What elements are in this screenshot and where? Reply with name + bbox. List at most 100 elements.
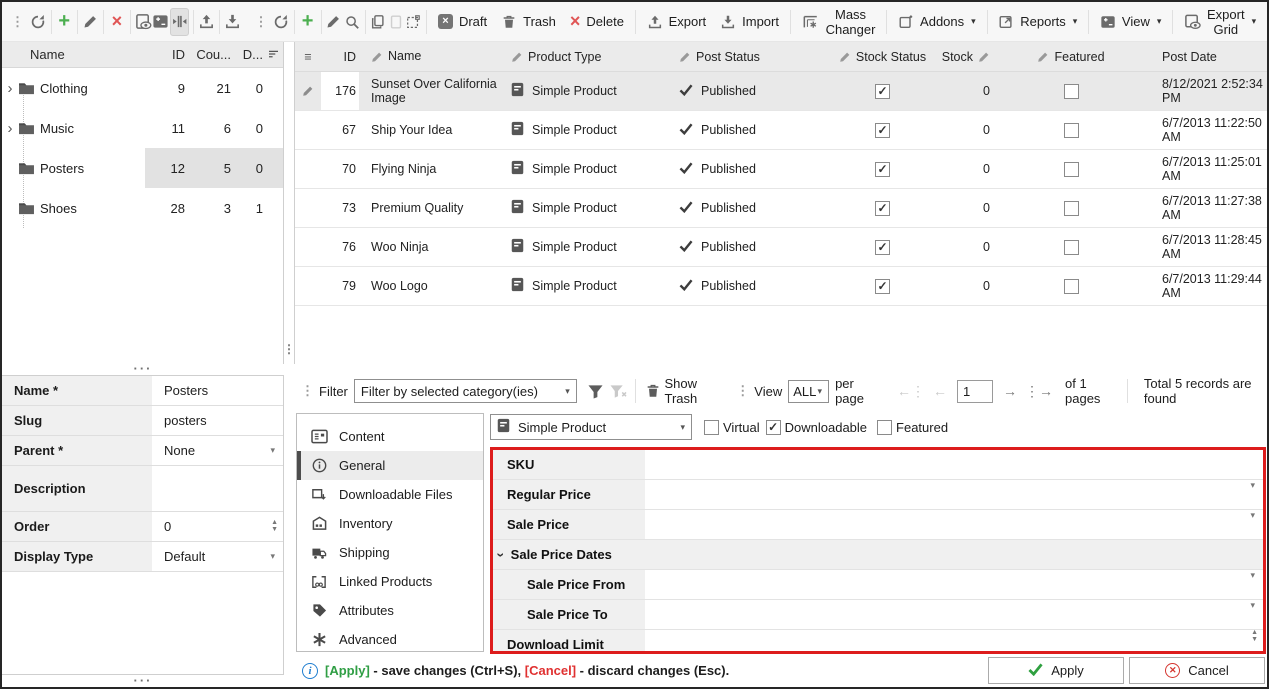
description-field[interactable] xyxy=(152,466,283,511)
tab-inventory[interactable]: Inventory xyxy=(297,509,483,538)
add-icon[interactable]: + xyxy=(55,8,73,36)
col-stock[interactable]: Stock xyxy=(940,50,1006,64)
downloadable-checkbox[interactable] xyxy=(766,420,781,435)
col-post-date[interactable]: Post Date xyxy=(1136,50,1267,64)
copy-icon[interactable] xyxy=(369,8,387,36)
split-columns-icon[interactable] xyxy=(170,8,189,36)
virtual-checkbox[interactable] xyxy=(704,420,719,435)
cell-id[interactable]: 67 xyxy=(321,123,359,137)
col-id[interactable]: ID xyxy=(321,50,359,64)
cell-stock[interactable]: 0 xyxy=(940,240,1006,254)
expand-chevron-icon[interactable]: › xyxy=(2,120,18,137)
col-product-type[interactable]: Product Type xyxy=(499,50,667,64)
cell-name[interactable]: Flying Ninja xyxy=(359,162,499,176)
display-type-dropdown[interactable]: Default▾ xyxy=(152,542,283,571)
page-number-input[interactable] xyxy=(957,380,993,403)
field-group-sale-price-dates[interactable]: ›Sale Price Dates xyxy=(493,540,1263,570)
cell-post-status[interactable]: Published xyxy=(667,84,825,99)
export-grid-button[interactable]: Export Grid▾ xyxy=(1177,8,1263,36)
tree-col-d[interactable]: D... xyxy=(231,47,263,62)
cell-stock[interactable]: 0 xyxy=(940,162,1006,176)
preview-clipboard-icon[interactable] xyxy=(134,8,152,36)
table-row[interactable]: 76 Woo Ninja Simple Product Published 0 … xyxy=(295,228,1267,267)
cell-post-date[interactable]: 6/7/2013 11:25:01 AM xyxy=(1136,155,1267,183)
product-type-dropdown[interactable]: Simple Product▾ xyxy=(490,414,692,440)
toolbar-grip[interactable]: ⋮ xyxy=(731,383,754,399)
stock-status-checkbox[interactable] xyxy=(875,279,890,294)
featured-checkbox[interactable] xyxy=(877,420,892,435)
delete-x-icon[interactable]: × xyxy=(108,8,126,36)
cell-post-status[interactable]: Published xyxy=(667,123,825,138)
select-marquee-icon[interactable] xyxy=(405,8,423,36)
col-stock-status[interactable]: Stock Status xyxy=(825,50,940,64)
refresh-icon[interactable] xyxy=(29,8,47,36)
cell-product-type[interactable]: Simple Product xyxy=(499,277,667,295)
horizontal-splitter[interactable]: ··· xyxy=(2,675,284,687)
addons-button[interactable]: Addons▾ xyxy=(891,8,983,36)
featured-checkbox[interactable] xyxy=(1064,240,1079,255)
sku-input[interactable] xyxy=(645,450,1263,479)
download-icon[interactable] xyxy=(224,8,242,36)
tree-col-name[interactable]: Name xyxy=(2,47,145,62)
tree-row-music[interactable]: › Music 1160 xyxy=(2,108,283,148)
tab-linked-products[interactable]: Linked Products xyxy=(297,567,483,596)
stock-status-checkbox[interactable] xyxy=(875,240,890,255)
cell-stock[interactable]: 0 xyxy=(940,84,1006,98)
prev-page-button[interactable]: ← xyxy=(929,383,951,399)
delete-button[interactable]: ×Delete xyxy=(563,8,631,36)
vertical-splitter[interactable]: ⋮ xyxy=(284,42,294,364)
cell-product-type[interactable]: Simple Product xyxy=(499,121,667,139)
toolbar-grip[interactable]: ⋮ xyxy=(296,383,319,399)
slug-field[interactable]: posters xyxy=(152,406,283,435)
cell-name[interactable]: Woo Ninja xyxy=(359,240,499,254)
draft-button[interactable]: ×Draft xyxy=(431,8,494,36)
expand-chevron-icon[interactable]: › xyxy=(2,80,18,97)
table-row[interactable]: 70 Flying Ninja Simple Product Published… xyxy=(295,150,1267,189)
sale-price-input[interactable]: ▾ xyxy=(645,510,1263,539)
tab-downloadable-files[interactable]: Downloadable Files xyxy=(297,480,483,509)
cell-stock[interactable]: 0 xyxy=(940,279,1006,293)
show-trash-label[interactable]: Show Trash xyxy=(664,376,723,406)
cell-name[interactable]: Woo Logo xyxy=(359,279,499,293)
cell-post-status[interactable]: Published xyxy=(667,279,825,294)
trash-icon[interactable] xyxy=(642,378,664,404)
cancel-button[interactable]: ✕Cancel xyxy=(1129,657,1265,684)
search-icon[interactable] xyxy=(343,8,361,36)
stock-status-checkbox[interactable] xyxy=(875,123,890,138)
toolbar-grip[interactable]: ⋮ xyxy=(6,14,29,30)
mass-changer-button[interactable]: Mass Changer xyxy=(795,8,883,36)
tree-row-posters[interactable]: Posters 1250 xyxy=(2,148,283,188)
collapse-chevron-icon[interactable]: › xyxy=(493,552,509,557)
sort-icon[interactable] xyxy=(263,50,283,59)
reports-button[interactable]: Reports▾ xyxy=(991,8,1084,36)
horizontal-splitter[interactable]: ··· xyxy=(2,364,284,375)
cell-product-type[interactable]: Simple Product xyxy=(499,160,667,178)
cell-id[interactable]: 70 xyxy=(321,162,359,176)
edit-product-icon[interactable] xyxy=(325,8,343,36)
cell-post-status[interactable]: Published xyxy=(667,201,825,216)
featured-checkbox[interactable] xyxy=(1064,201,1079,216)
stock-status-checkbox[interactable] xyxy=(875,201,890,216)
download-limit-stepper[interactable]: ▲▼ xyxy=(645,630,1263,654)
tab-shipping[interactable]: Shipping xyxy=(297,538,483,567)
cell-id[interactable]: 73 xyxy=(321,201,359,215)
add-product-icon[interactable]: + xyxy=(299,8,317,36)
cell-product-type[interactable]: Simple Product xyxy=(499,82,667,100)
featured-checkbox[interactable] xyxy=(1064,162,1079,177)
cell-id[interactable]: 76 xyxy=(321,240,359,254)
cell-name[interactable]: Sunset Over California Image xyxy=(359,77,499,106)
tab-content[interactable]: Content xyxy=(297,422,483,451)
row-menu-icon[interactable]: ≡ xyxy=(295,50,321,64)
clear-filter-icon[interactable] xyxy=(607,378,629,404)
apply-button[interactable]: Apply xyxy=(988,657,1124,684)
featured-checkbox[interactable] xyxy=(1064,123,1079,138)
apply-filter-icon[interactable] xyxy=(585,378,607,404)
cell-id[interactable]: 79 xyxy=(321,279,359,293)
cell-post-date[interactable]: 6/7/2013 11:27:38 AM xyxy=(1136,194,1267,222)
view-button[interactable]: View▾ xyxy=(1093,8,1168,36)
stock-status-checkbox[interactable] xyxy=(875,84,890,99)
cell-post-date[interactable]: 8/12/2021 2:52:34 PM xyxy=(1136,77,1267,105)
name-field[interactable]: Posters xyxy=(152,376,283,405)
featured-checkbox[interactable] xyxy=(1064,84,1079,99)
order-stepper[interactable]: 0▲▼ xyxy=(152,512,283,541)
